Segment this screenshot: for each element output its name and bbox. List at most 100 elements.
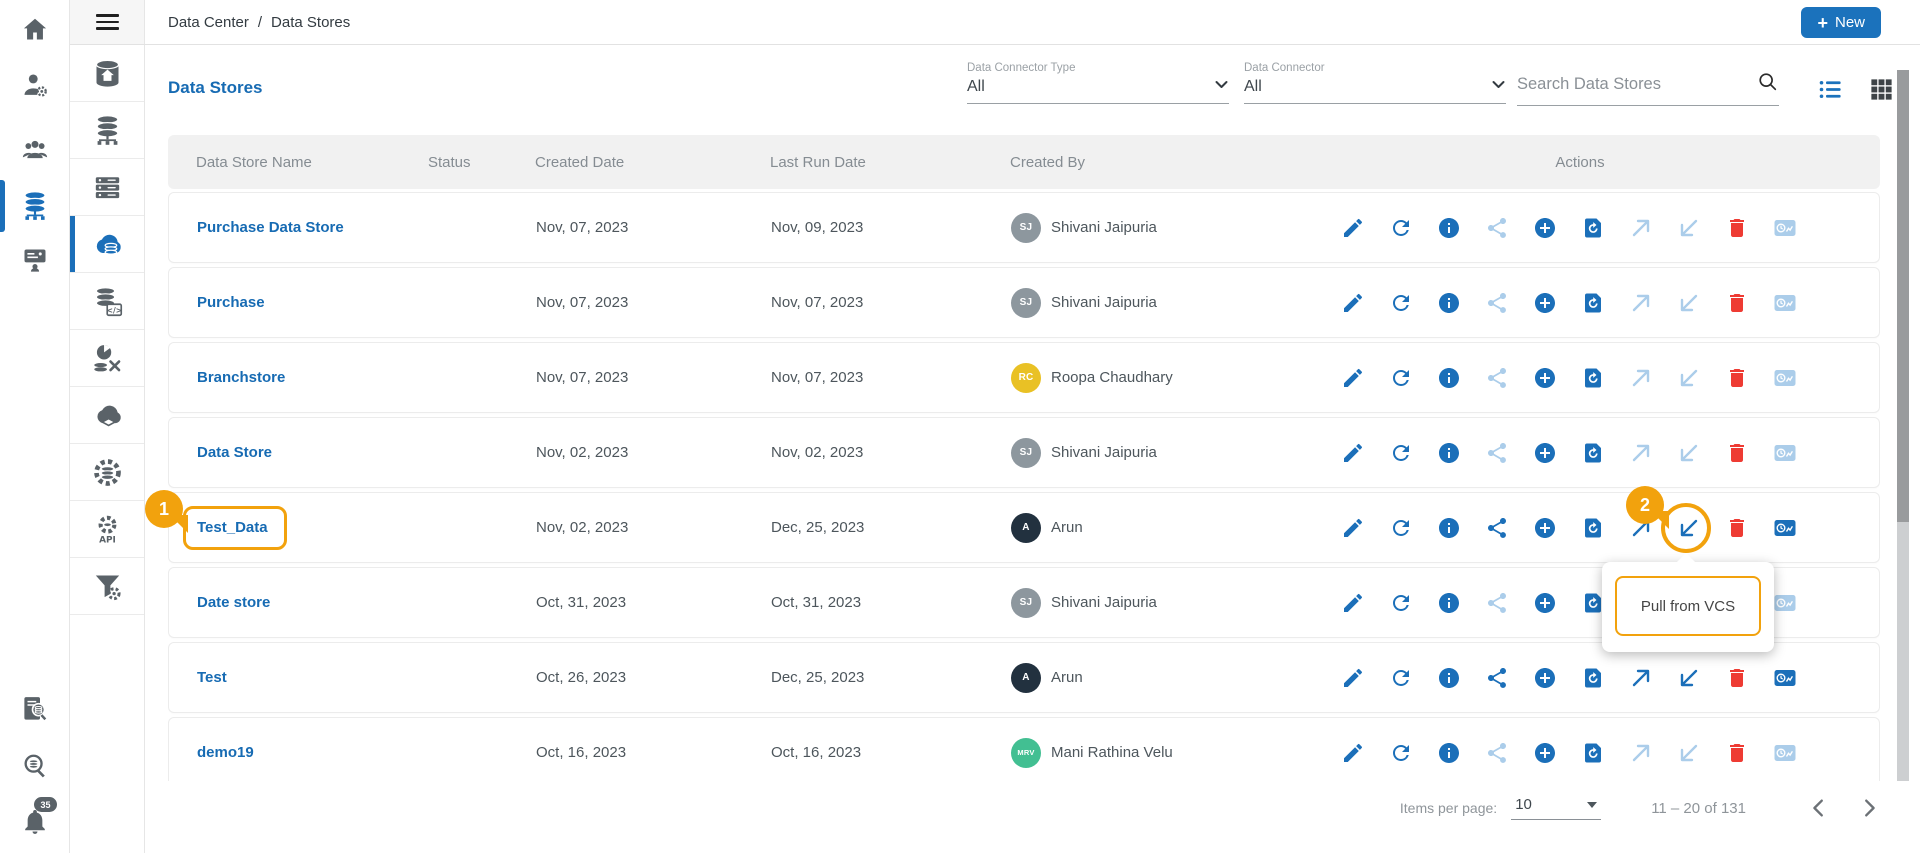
column-header-last-run-date[interactable]: Last Run Date xyxy=(770,154,1010,171)
previous-page-button[interactable] xyxy=(1808,797,1830,819)
version-history-button[interactable] xyxy=(1581,441,1605,465)
share-button[interactable] xyxy=(1485,216,1509,240)
sidebar-item-user-management[interactable] xyxy=(0,71,70,99)
add-button[interactable] xyxy=(1533,666,1557,690)
push-to-vcs-button[interactable] xyxy=(1629,291,1653,315)
datastore-name-link[interactable]: Purchase Data Store xyxy=(197,219,429,236)
sidebar-item-database-code[interactable] xyxy=(70,273,144,330)
version-history-button[interactable] xyxy=(1581,741,1605,765)
share-button[interactable] xyxy=(1485,366,1509,390)
delete-button[interactable] xyxy=(1725,216,1749,240)
pull-from-vcs-button[interactable] xyxy=(1677,666,1701,690)
pull-from-vcs-button[interactable] xyxy=(1677,216,1701,240)
data-profile-button[interactable] xyxy=(1773,741,1797,765)
delete-button[interactable] xyxy=(1725,366,1749,390)
data-connector-type-select[interactable]: Data Connector Type All xyxy=(967,62,1229,104)
version-history-button[interactable] xyxy=(1581,366,1605,390)
sidebar-item-data-funnel[interactable] xyxy=(70,558,144,615)
delete-button[interactable] xyxy=(1725,516,1749,540)
push-to-vcs-button[interactable] xyxy=(1629,216,1653,240)
scrollbar-thumb[interactable] xyxy=(1897,70,1909,522)
delete-button[interactable] xyxy=(1725,666,1749,690)
edit-button[interactable] xyxy=(1341,291,1365,315)
datastore-name-link[interactable]: demo19 xyxy=(197,744,429,761)
share-button[interactable] xyxy=(1485,666,1509,690)
new-button[interactable]: + New xyxy=(1801,7,1881,38)
datastore-name-link[interactable]: Branchstore xyxy=(197,369,429,386)
delete-button[interactable] xyxy=(1725,741,1749,765)
share-button[interactable] xyxy=(1485,591,1509,615)
refresh-button[interactable] xyxy=(1389,591,1413,615)
add-button[interactable] xyxy=(1533,216,1557,240)
refresh-button[interactable] xyxy=(1389,516,1413,540)
data-profile-button[interactable] xyxy=(1773,516,1797,540)
refresh-button[interactable] xyxy=(1389,441,1413,465)
share-button[interactable] xyxy=(1485,291,1509,315)
info-button[interactable] xyxy=(1437,366,1461,390)
data-profile-button[interactable] xyxy=(1773,216,1797,240)
sidebar-item-data-sync[interactable] xyxy=(70,330,144,387)
sidebar-item-cloud-layers[interactable] xyxy=(70,387,144,444)
column-header-created-date[interactable]: Created Date xyxy=(535,154,770,171)
vertical-scrollbar[interactable] xyxy=(1897,70,1909,781)
share-button[interactable] xyxy=(1485,441,1509,465)
sidebar-toggle-button[interactable] xyxy=(70,0,145,44)
refresh-button[interactable] xyxy=(1389,741,1413,765)
edit-button[interactable] xyxy=(1341,216,1365,240)
edit-button[interactable] xyxy=(1341,741,1365,765)
sidebar-item-data-center[interactable] xyxy=(0,190,70,222)
sidebar-item-data-engineering[interactable] xyxy=(70,444,144,501)
items-per-page-select[interactable]: 10 xyxy=(1511,796,1602,820)
pull-from-vcs-button[interactable] xyxy=(1677,366,1701,390)
delete-button[interactable] xyxy=(1725,441,1749,465)
datastore-name-link[interactable]: Test_Data xyxy=(197,519,429,536)
breadcrumb-section[interactable]: Data Center xyxy=(168,14,249,31)
info-button[interactable] xyxy=(1437,216,1461,240)
datastore-name-link[interactable]: Date store xyxy=(197,594,429,611)
data-profile-button[interactable] xyxy=(1773,441,1797,465)
sidebar-item-groups[interactable] xyxy=(0,136,70,164)
refresh-button[interactable] xyxy=(1389,666,1413,690)
edit-button[interactable] xyxy=(1341,666,1365,690)
refresh-button[interactable] xyxy=(1389,291,1413,315)
info-button[interactable] xyxy=(1437,291,1461,315)
add-button[interactable] xyxy=(1533,591,1557,615)
pull-from-vcs-button[interactable] xyxy=(1677,516,1701,540)
delete-button[interactable] xyxy=(1725,291,1749,315)
data-connector-select[interactable]: Data Connector All xyxy=(1244,62,1506,104)
pull-from-vcs-button[interactable] xyxy=(1677,741,1701,765)
info-button[interactable] xyxy=(1437,516,1461,540)
sidebar-item-notifications[interactable] xyxy=(0,808,70,836)
refresh-button[interactable] xyxy=(1389,216,1413,240)
refresh-button[interactable] xyxy=(1389,366,1413,390)
add-button[interactable] xyxy=(1533,741,1557,765)
share-button[interactable] xyxy=(1485,741,1509,765)
version-history-button[interactable] xyxy=(1581,291,1605,315)
column-header-name[interactable]: Data Store Name xyxy=(196,154,428,171)
add-button[interactable] xyxy=(1533,366,1557,390)
sidebar-item-data-stores[interactable] xyxy=(70,216,144,273)
info-button[interactable] xyxy=(1437,591,1461,615)
sidebar-item-database-cluster[interactable] xyxy=(70,102,144,159)
add-button[interactable] xyxy=(1533,291,1557,315)
version-history-button[interactable] xyxy=(1581,516,1605,540)
share-button[interactable] xyxy=(1485,516,1509,540)
edit-button[interactable] xyxy=(1341,366,1365,390)
datastore-name-link[interactable]: Data Store xyxy=(197,444,429,461)
next-page-button[interactable] xyxy=(1858,797,1880,819)
info-button[interactable] xyxy=(1437,441,1461,465)
version-history-button[interactable] xyxy=(1581,666,1605,690)
datastore-name-link[interactable]: Test xyxy=(197,669,429,686)
sidebar-item-servers[interactable] xyxy=(70,159,144,216)
edit-button[interactable] xyxy=(1341,441,1365,465)
edit-button[interactable] xyxy=(1341,591,1365,615)
pull-from-vcs-button[interactable] xyxy=(1677,441,1701,465)
add-button[interactable] xyxy=(1533,441,1557,465)
push-to-vcs-button[interactable] xyxy=(1629,441,1653,465)
data-profile-button[interactable] xyxy=(1773,366,1797,390)
sidebar-item-audit-log[interactable] xyxy=(0,694,70,724)
push-to-vcs-button[interactable] xyxy=(1629,741,1653,765)
search-icon[interactable] xyxy=(1757,71,1779,98)
edit-button[interactable] xyxy=(1341,516,1365,540)
data-profile-button[interactable] xyxy=(1773,666,1797,690)
